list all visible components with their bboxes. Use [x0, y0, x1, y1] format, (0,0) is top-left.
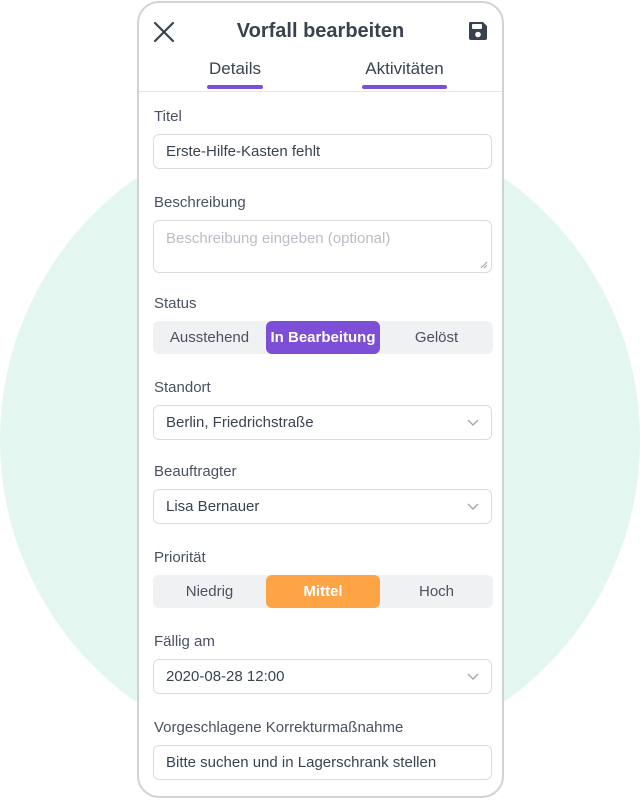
description-placeholder: Beschreibung eingeben (optional) — [166, 230, 391, 247]
priority-segmented-control: Niedrig Mittel Hoch — [153, 575, 493, 608]
due-date-select[interactable]: 2020-08-28 12:00 — [153, 659, 492, 694]
priority-option-medium[interactable]: Mittel — [266, 575, 380, 608]
tab-bar: Details Aktivitäten — [139, 55, 502, 92]
tab-details[interactable]: Details — [207, 59, 263, 89]
assignee-label: Beauftragter — [154, 463, 237, 480]
due-date-label: Fällig am — [154, 633, 215, 650]
priority-option-high[interactable]: Hoch — [380, 575, 493, 608]
title-input[interactable]: Erste-Hilfe-Kasten fehlt — [153, 134, 492, 169]
status-option-resolved[interactable]: Gelöst — [380, 321, 493, 354]
tab-activities-underline — [362, 85, 447, 89]
tab-details-label: Details — [209, 59, 261, 78]
chevron-down-icon — [467, 419, 479, 426]
page-title: Vorfall bearbeiten — [236, 20, 405, 42]
due-date-value: 2020-08-28 12:00 — [166, 668, 285, 685]
tab-activities-label: Aktivitäten — [365, 59, 444, 78]
description-textarea[interactable]: Beschreibung eingeben (optional) — [153, 220, 492, 273]
location-value: Berlin, Friedrichstraße — [166, 414, 314, 431]
priority-label: Priorität — [154, 549, 206, 566]
status-option-in-progress[interactable]: In Bearbeitung — [266, 321, 380, 354]
chevron-down-icon — [467, 673, 479, 680]
corrective-action-label: Vorgeschlagene Korrekturmaßnahme — [154, 719, 404, 736]
save-button[interactable] — [468, 21, 488, 41]
tab-details-underline — [207, 85, 263, 89]
assignee-select[interactable]: Lisa Bernauer — [153, 489, 492, 524]
header: Vorfall bearbeiten — [139, 3, 502, 43]
tab-activities[interactable]: Aktivitäten — [362, 59, 447, 89]
save-icon — [469, 22, 487, 40]
assignee-value: Lisa Bernauer — [166, 498, 260, 515]
resize-handle-icon[interactable] — [480, 261, 488, 269]
chevron-down-icon — [467, 503, 479, 510]
status-option-pending[interactable]: Ausstehend — [153, 321, 266, 354]
status-segmented-control: Ausstehend In Bearbeitung Gelöst — [153, 321, 493, 354]
location-label: Standort — [154, 379, 211, 396]
status-label: Status — [154, 295, 197, 312]
description-label: Beschreibung — [154, 194, 246, 211]
priority-option-low[interactable]: Niedrig — [153, 575, 266, 608]
corrective-action-input[interactable]: Bitte suchen und in Lagerschrank stellen — [153, 745, 492, 780]
location-select[interactable]: Berlin, Friedrichstraße — [153, 405, 492, 440]
title-label: Titel — [154, 108, 182, 125]
phone-frame: Vorfall bearbeiten Details Aktivitäten T… — [137, 1, 504, 798]
